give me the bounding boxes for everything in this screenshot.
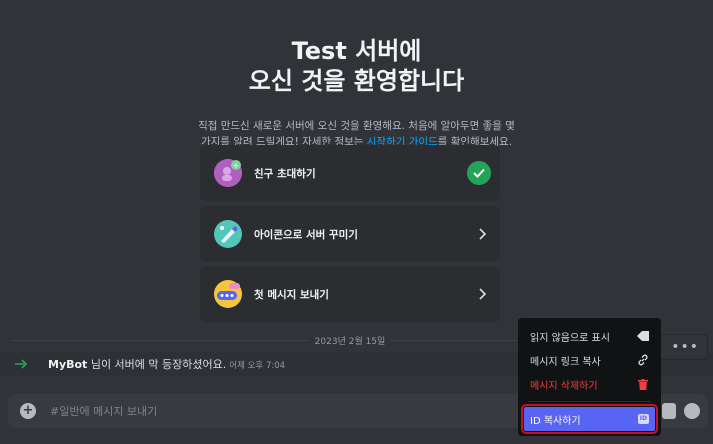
menu-separator (528, 401, 651, 402)
menu-item-label: 읽지 않음으로 표시 (530, 332, 610, 344)
join-arrow-icon (15, 359, 28, 369)
mark-unread-icon (637, 330, 649, 342)
trash-icon (637, 378, 649, 390)
welcome-title-line2: 오신 것을 환영합니다 (248, 67, 465, 95)
date-divider-label: 2023년 2월 15일 (310, 334, 390, 347)
chevron-right-icon (479, 288, 487, 300)
message-text: 님이 서버에 막 등장하셨어요. (87, 358, 227, 371)
add-attachment-button[interactable]: + (20, 403, 36, 419)
id-icon: ID (637, 414, 649, 424)
first-message-icon (214, 280, 242, 308)
invite-friends-icon: + (214, 159, 242, 187)
menu-item-copy-id[interactable]: ID 복사하기 ID (521, 404, 658, 434)
message-context-menu: 읽지 않음으로 표시 메시지 링크 복사 메시지 삭제하기 ID 복사하기 ID (518, 318, 661, 436)
card-label: 아이콘으로 서버 꾸미기 (254, 228, 358, 241)
check-icon (467, 161, 491, 185)
svg-text:+: + (233, 161, 240, 170)
emoji-icon[interactable] (684, 403, 700, 419)
menu-item-mark-unread[interactable]: 읽지 않음으로 표시 (524, 324, 655, 348)
menu-item-label: 메시지 링크 복사 (530, 356, 601, 368)
card-first-message[interactable]: 첫 메시지 보내기 (200, 266, 500, 322)
more-options-icon[interactable]: ••• (671, 339, 699, 355)
message-author[interactable]: MyBot (48, 358, 87, 371)
card-invite-friends[interactable]: + 친구 초대하기 (200, 145, 500, 201)
menu-item-label: ID 복사하기 (530, 415, 581, 427)
message-timestamp: 어제 오후 7:04 (229, 361, 286, 371)
message-content: MyBot 님이 서버에 막 등장하셨어요. 어제 오후 7:04 (48, 356, 285, 372)
welcome-title-line1: Test 서버에 (291, 37, 422, 65)
server-icon-paint-icon (214, 220, 242, 248)
link-icon (637, 354, 649, 366)
welcome-title: Test 서버에 오신 것을 환영합니다 (0, 36, 713, 96)
chevron-right-icon (479, 228, 487, 240)
card-server-icon[interactable]: 아이콘으로 서버 꾸미기 (200, 206, 500, 262)
card-label: 친구 초대하기 (254, 167, 316, 180)
card-label: 첫 메시지 보내기 (254, 288, 329, 301)
welcome-section: Test 서버에 오신 것을 환영합니다 직접 만드신 새로운 서버에 오신 것… (0, 0, 713, 150)
sticker-icon[interactable] (662, 403, 676, 419)
menu-item-copy-link[interactable]: 메시지 링크 복사 (524, 348, 655, 372)
menu-item-label: 메시지 삭제하기 (530, 380, 598, 392)
message-input[interactable] (50, 404, 450, 418)
menu-item-delete-message[interactable]: 메시지 삭제하기 (524, 372, 655, 396)
